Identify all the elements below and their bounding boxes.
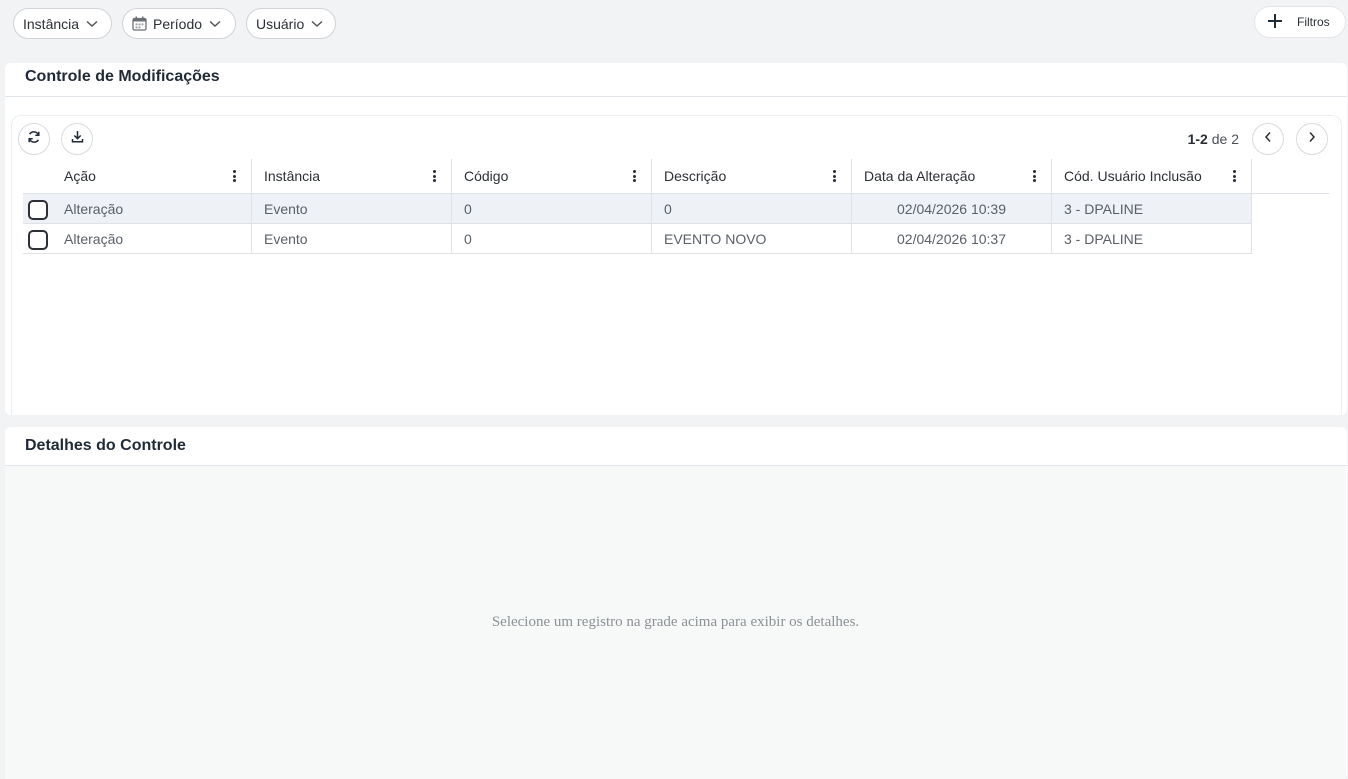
column-header-descricao[interactable]: Descrição	[652, 159, 852, 193]
periodo-filter-label: Período	[153, 15, 203, 32]
usuario-filter-dropdown[interactable]: Usuário	[246, 8, 336, 39]
column-header-label: Data da Alteração	[864, 168, 976, 184]
download-button[interactable]	[61, 123, 93, 155]
cell-instancia: Evento	[252, 194, 452, 223]
instancia-filter-dropdown[interactable]: Instância	[13, 8, 112, 39]
cell-acao: Alteração	[52, 194, 252, 223]
card-divider	[5, 96, 1347, 97]
column-menu-icon[interactable]	[633, 170, 637, 182]
usuario-filter-label: Usuário	[256, 15, 305, 32]
chevron-right-icon	[1308, 130, 1316, 148]
instancia-filter-label: Instância	[23, 15, 80, 32]
column-menu-icon[interactable]	[233, 170, 237, 182]
cell-descricao: 0	[652, 194, 852, 223]
column-menu-icon[interactable]	[1033, 170, 1037, 182]
column-header-data-alteracao[interactable]: Data da Alteração	[852, 159, 1052, 193]
cell-acao: Alteração	[52, 224, 252, 253]
row-checkbox[interactable]	[28, 230, 48, 250]
controle-modificacoes-card: Controle de Modificações 1-2 de 2 Ação I…	[5, 63, 1347, 415]
cell-cod-usuario: 3 - DPALINE	[1052, 224, 1252, 253]
column-menu-icon[interactable]	[1233, 170, 1237, 182]
chevron-left-icon	[1264, 130, 1272, 148]
filter-bar: Instância Período Usuário Filtros	[0, 0, 1348, 46]
chevron-down-icon	[208, 17, 222, 31]
column-header-codigo[interactable]: Código	[452, 159, 652, 193]
refresh-button[interactable]	[18, 123, 50, 155]
cell-instancia: Evento	[252, 224, 452, 253]
pagination-range: 1-2	[1187, 131, 1208, 147]
column-header-label: Instância	[264, 168, 321, 184]
column-menu-icon[interactable]	[433, 170, 437, 182]
periodo-filter-dropdown[interactable]: Período	[122, 8, 236, 39]
add-filters-label: Filtros	[1297, 15, 1330, 29]
plus-icon	[1267, 13, 1283, 32]
previous-page-button[interactable]	[1252, 123, 1284, 155]
calendar-icon	[132, 16, 147, 31]
row-checkbox[interactable]	[28, 200, 48, 220]
column-header-label: Ação	[64, 168, 96, 184]
chevron-down-icon	[310, 17, 324, 31]
column-header-acao[interactable]: Ação	[52, 159, 252, 193]
download-icon	[71, 130, 84, 148]
pagination-summary: 1-2 de 2	[1188, 131, 1239, 147]
detail-panel: Selecione um registro na grade acima par…	[5, 466, 1346, 779]
next-page-button[interactable]	[1296, 123, 1328, 155]
controle-modificacoes-title: Controle de Modificações	[25, 68, 220, 85]
cell-codigo: 0	[452, 194, 652, 223]
add-filters-button[interactable]: Filtros	[1254, 6, 1346, 38]
detalhes-controle-title: Detalhes do Controle	[25, 437, 186, 454]
column-header-label: Código	[464, 168, 509, 184]
grid-header-row: Ação Instância Código Descrição Data da …	[23, 159, 1329, 194]
empty-state-message: Selecione um registro na grade acima par…	[491, 614, 860, 630]
cell-data-alteracao: 02/04/2026 10:39	[852, 194, 1052, 223]
column-header-instancia[interactable]: Instância	[252, 159, 452, 193]
pagination-total: 2	[1231, 131, 1239, 147]
pagination-of-label: de	[1211, 131, 1228, 147]
detalhes-controle-card: Detalhes do Controle Selecione um regist…	[5, 427, 1347, 779]
grid-toolbar: 1-2 de 2	[11, 115, 1342, 159]
column-header-cod-usuario[interactable]: Cód. Usuário Inclusão	[1052, 159, 1252, 193]
cell-codigo: 0	[452, 224, 652, 253]
table-row[interactable]: Alteração Evento 0 EVENTO NOVO 02/04/202…	[23, 224, 1252, 254]
table-row[interactable]: Alteração Evento 0 0 02/04/2026 10:39 3 …	[23, 194, 1252, 224]
column-header-label: Cód. Usuário Inclusão	[1064, 168, 1202, 184]
cell-data-alteracao: 02/04/2026 10:37	[852, 224, 1052, 253]
column-header-label: Descrição	[664, 168, 727, 184]
refresh-icon	[27, 130, 41, 149]
column-menu-icon[interactable]	[833, 170, 837, 182]
cell-descricao: EVENTO NOVO	[652, 224, 852, 253]
chevron-down-icon	[85, 17, 99, 31]
cell-cod-usuario: 3 - DPALINE	[1052, 194, 1252, 223]
